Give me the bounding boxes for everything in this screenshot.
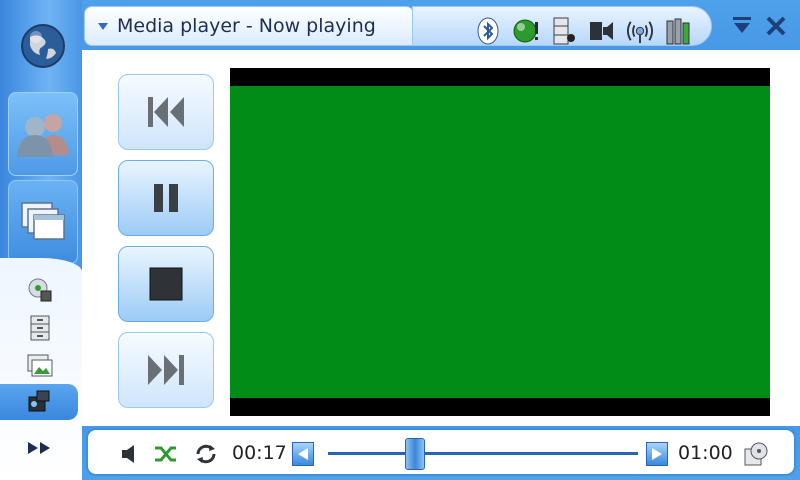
connectivity-status[interactable] <box>627 17 653 45</box>
total-duration: 01:00 <box>678 442 733 464</box>
task-navigator <box>0 0 82 480</box>
now-playing-view <box>82 50 800 426</box>
bluetooth-icon <box>477 17 499 45</box>
stop-icon <box>149 267 183 301</box>
playback-controls: 00:17 01:00 <box>86 428 796 476</box>
window-menu-button[interactable]: Media player - Now playing <box>84 6 414 46</box>
minimize-icon <box>733 17 751 33</box>
stop-button[interactable] <box>118 246 214 322</box>
media-player-icon <box>28 390 50 412</box>
previous-icon <box>148 97 184 127</box>
cd-shortcut[interactable] <box>26 276 54 304</box>
pause-icon <box>154 184 178 212</box>
filing-cabinet-icon <box>30 315 50 341</box>
globe-icon <box>21 24 65 68</box>
video-display[interactable] <box>230 86 770 398</box>
playback-bar: 00:17 01:00 <box>82 426 800 480</box>
bluetooth-status[interactable] <box>475 17 501 45</box>
volume-status[interactable] <box>589 17 615 45</box>
window-title: Media player - Now playing <box>117 15 376 37</box>
repeat-icon <box>196 444 216 464</box>
repeat-button[interactable] <box>194 442 218 466</box>
shuffle-button[interactable] <box>154 442 178 466</box>
volume-icon <box>590 22 613 40</box>
close-button[interactable] <box>764 14 788 38</box>
memory-card-status[interactable] <box>551 17 577 45</box>
memory-card-icon <box>553 17 575 45</box>
title-bar: Media player - Now playing <box>82 0 800 50</box>
image-viewer-icon <box>27 354 53 377</box>
file-manager-shortcut[interactable] <box>26 314 54 342</box>
battery-icon <box>666 18 690 45</box>
previous-track-button[interactable] <box>118 74 214 150</box>
applications-navigator-button[interactable] <box>8 180 78 264</box>
presence-icon <box>513 19 538 43</box>
next-track-button[interactable] <box>118 332 214 408</box>
media-player-shortcut[interactable] <box>26 388 54 416</box>
presence-status[interactable] <box>513 17 539 45</box>
elapsed-time: 00:17 <box>232 442 287 464</box>
contacts-icon <box>17 114 69 157</box>
double-arrow-icon <box>28 442 50 454</box>
web-navigator-button[interactable] <box>8 4 78 88</box>
connectivity-icon <box>627 21 653 44</box>
mute-button[interactable] <box>118 442 142 466</box>
next-icon <box>148 355 184 385</box>
seek-forward-button[interactable] <box>646 442 668 466</box>
media-library-icon <box>744 442 768 466</box>
pause-button[interactable] <box>118 160 214 236</box>
seek-handle[interactable] <box>404 438 425 470</box>
menu-dropdown-icon <box>98 23 108 30</box>
cd-icon <box>28 278 52 302</box>
minimize-button[interactable] <box>730 14 754 38</box>
media-library-button[interactable] <box>744 442 768 466</box>
seek-end-icon <box>652 448 662 460</box>
shuffle-icon <box>155 446 176 462</box>
image-viewer-shortcut[interactable] <box>26 352 54 380</box>
applications-icon <box>21 202 65 240</box>
more-applications-button[interactable] <box>26 440 54 460</box>
contacts-navigator-button[interactable] <box>8 92 78 176</box>
seek-bar[interactable] <box>328 452 638 455</box>
seek-back-button[interactable] <box>292 442 314 466</box>
video-frame <box>230 68 770 416</box>
status-bar <box>412 6 712 46</box>
seek-start-icon <box>298 448 308 460</box>
close-icon <box>766 16 786 36</box>
battery-status[interactable] <box>665 17 691 45</box>
speaker-icon <box>122 445 134 463</box>
